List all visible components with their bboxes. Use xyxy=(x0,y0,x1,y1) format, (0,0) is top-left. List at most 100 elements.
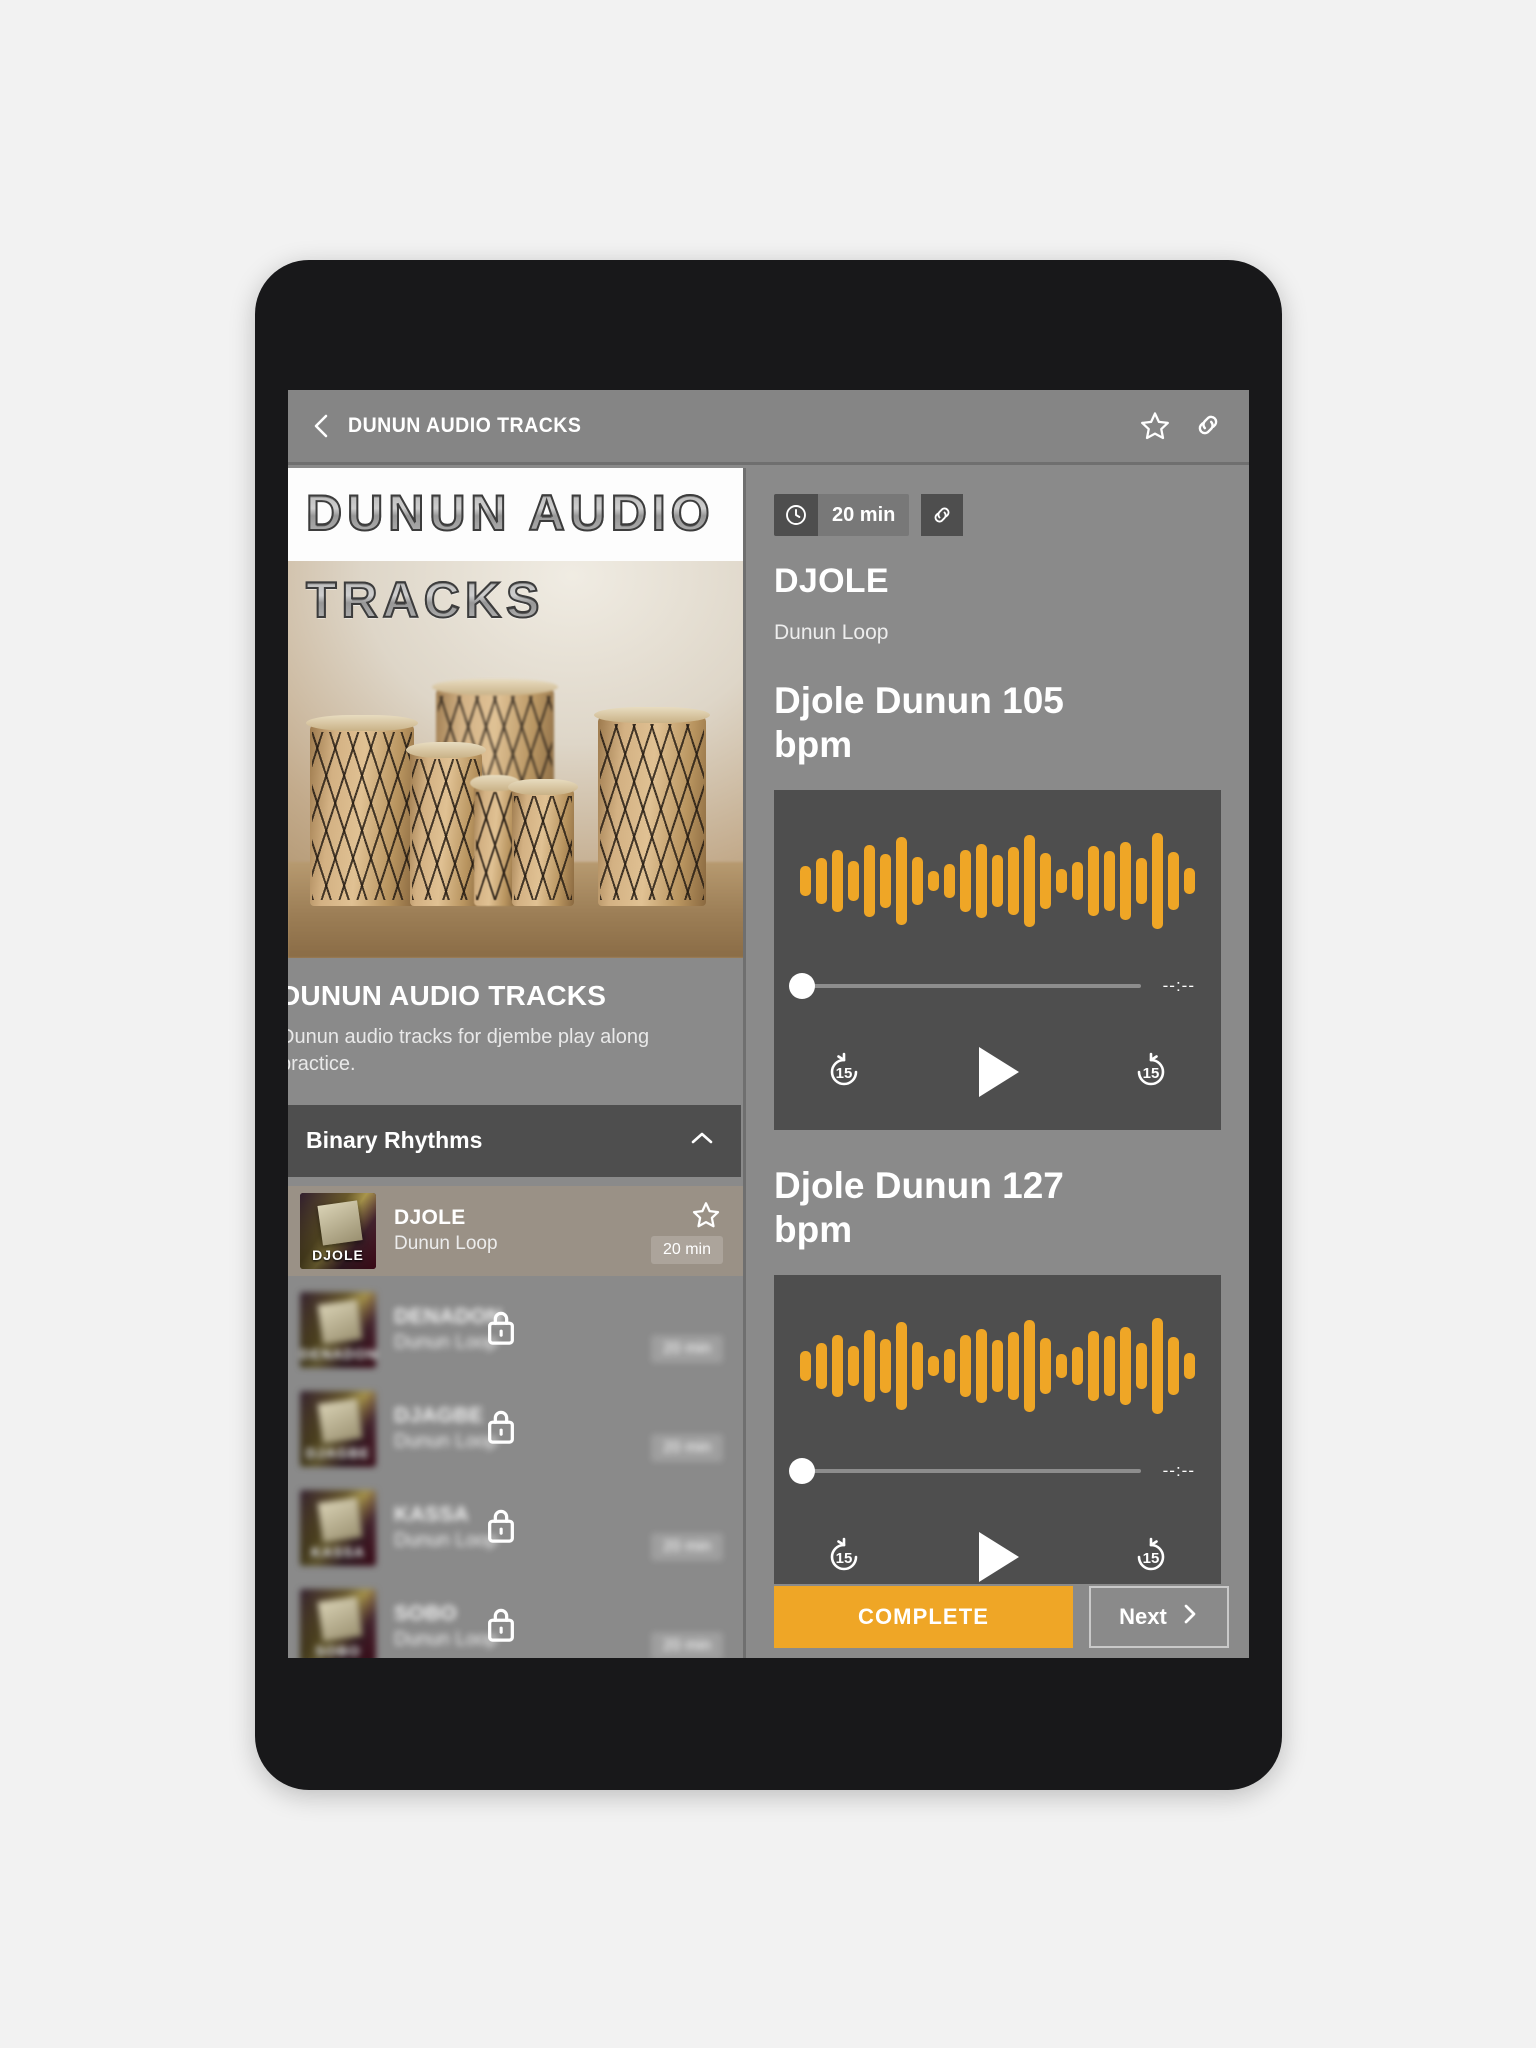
seek-bar[interactable]: --:-- xyxy=(789,1457,1195,1484)
waveform-bar xyxy=(1168,1336,1179,1395)
track-info: KASSA Dunun Loop xyxy=(394,1503,498,1552)
player-controls: 15 15 xyxy=(800,1042,1195,1107)
course-sidebar-scroll[interactable]: DUNUN AUDIO TRACKS DUNUN AUDIO TRACKS Du… xyxy=(288,468,743,1658)
waveform-bar xyxy=(944,1348,955,1383)
waveform-bar xyxy=(1008,1331,1019,1400)
waveform-bar xyxy=(848,1345,859,1386)
track-name: SOBO xyxy=(394,1602,458,1626)
waveform-bar xyxy=(1184,867,1195,894)
lesson-detail-panel: 20 min DJOLE Dunun Loop Djole Dunun 105 … xyxy=(746,468,1249,1658)
seek-handle[interactable] xyxy=(789,1457,815,1484)
chevron-left-icon[interactable] xyxy=(308,413,334,439)
waveform xyxy=(774,1317,1221,1414)
page-title: DUNUN AUDIO TRACKS xyxy=(348,414,582,437)
seek-bar[interactable]: --:-- xyxy=(789,972,1195,999)
link-icon[interactable] xyxy=(1193,410,1225,442)
play-icon[interactable] xyxy=(971,1042,1025,1107)
waveform-bar xyxy=(896,836,907,925)
list-item[interactable]: SOBO SOBO Dunun Loop 20 min xyxy=(288,1582,743,1658)
time-display: --:-- xyxy=(1162,1460,1195,1480)
drum-4 xyxy=(508,779,578,906)
waveform-bar xyxy=(944,863,955,898)
course-sidebar[interactable]: DUNUN AUDIO TRACKS DUNUN AUDIO TRACKS Du… xyxy=(288,468,746,1658)
audio-player[interactable]: --:-- 15 15 xyxy=(774,789,1221,1130)
duration-badge: 20 min xyxy=(774,494,910,536)
forward-15-icon[interactable]: 15 xyxy=(1125,1531,1177,1584)
audio-player[interactable]: --:-- 15 15 xyxy=(774,1274,1221,1584)
waveform-bar xyxy=(816,857,827,904)
section-title: Binary Rhythms xyxy=(306,1127,483,1154)
seek-track[interactable] xyxy=(789,972,1141,999)
time-display: --:-- xyxy=(1162,975,1195,995)
waveform-bar xyxy=(1056,1353,1067,1378)
lock-icon xyxy=(484,1406,518,1451)
svg-text:15: 15 xyxy=(1143,1065,1160,1082)
svg-text:15: 15 xyxy=(836,1065,853,1082)
chevron-up-icon[interactable] xyxy=(687,1127,717,1154)
track-subtitle: Dunun Loop xyxy=(394,1233,498,1255)
star-outline-icon[interactable] xyxy=(691,1200,721,1235)
course-title: DUNUN AUDIO TRACKS xyxy=(288,980,607,1011)
lesson-meta-row: 20 min xyxy=(774,468,1221,536)
content-area: DUNUN AUDIO TRACKS DUNUN AUDIO TRACKS Du… xyxy=(288,468,1249,1658)
waveform-bar xyxy=(992,854,1003,907)
lesson-detail-scroll[interactable]: 20 min DJOLE Dunun Loop Djole Dunun 105 … xyxy=(746,468,1249,1584)
lock-icon xyxy=(484,1307,518,1352)
thumbnail-label: KASSA xyxy=(310,1543,365,1560)
next-button-label: Next xyxy=(1119,1604,1167,1629)
cover-title-line-2: TRACKS xyxy=(305,571,545,629)
list-item[interactable]: DENADON DENADON Dunun Loop 20 min xyxy=(288,1285,743,1375)
track-thumbnail: SOBO xyxy=(300,1588,376,1658)
link-icon[interactable] xyxy=(921,494,964,536)
lock-icon xyxy=(484,1604,518,1649)
svg-text:15: 15 xyxy=(1143,1550,1160,1567)
track-duration: 20 min xyxy=(650,1235,723,1264)
track-list[interactable]: DJOLE DJOLE Dunun Loop 20 min DENADON DE… xyxy=(288,1185,743,1658)
waveform-bar xyxy=(1136,1342,1147,1389)
forward-15-icon[interactable]: 15 xyxy=(1125,1046,1177,1103)
seek-track[interactable] xyxy=(789,1457,1141,1484)
waveform-bar xyxy=(1104,850,1115,911)
seek-handle[interactable] xyxy=(789,972,815,999)
lesson-subtitle: Dunun Loop xyxy=(774,621,889,644)
track-duration: 20 min xyxy=(650,1631,723,1658)
track-info: DJAGBE Dunun Loop xyxy=(394,1404,498,1453)
player-controls: 15 15 xyxy=(800,1527,1195,1584)
waveform-bar xyxy=(1104,1335,1115,1396)
star-outline-icon[interactable] xyxy=(1139,410,1171,442)
waveform-bar xyxy=(1040,1337,1051,1394)
replay-15-icon[interactable]: 15 xyxy=(818,1531,870,1584)
waveform-bar xyxy=(1168,851,1179,910)
track-subtitle: Dunun Loop xyxy=(394,1431,498,1453)
track-subtitle: Dunun Loop xyxy=(394,1530,498,1552)
waveform-bar xyxy=(864,1329,875,1402)
waveform-bar xyxy=(800,1350,811,1381)
waveform-bar xyxy=(864,844,875,917)
track-duration: 20 min xyxy=(650,1532,723,1561)
waveform-bar xyxy=(848,860,859,901)
list-item[interactable]: DJAGBE DJAGBE Dunun Loop 20 min xyxy=(288,1384,743,1474)
track-info: DJOLE Dunun Loop xyxy=(394,1206,498,1255)
waveform-bar xyxy=(1120,1326,1131,1405)
waveform-bar xyxy=(912,1341,923,1390)
waveform-bar xyxy=(1072,861,1083,900)
list-item[interactable]: DJOLE DJOLE Dunun Loop 20 min xyxy=(288,1185,743,1276)
duration-label: 20 min xyxy=(832,503,896,526)
thumbnail-label: DENADON xyxy=(300,1345,376,1362)
waveform-bar xyxy=(1088,845,1099,916)
replay-15-icon[interactable]: 15 xyxy=(818,1046,870,1103)
complete-button[interactable]: COMPLETE xyxy=(774,1586,1073,1648)
track-subtitle: Dunun Loop xyxy=(394,1629,498,1651)
waveform-bar xyxy=(1056,868,1067,893)
audio-segment-title: Djole Dunun 127 bpm xyxy=(774,1164,1064,1251)
waveform-bar xyxy=(1184,1352,1195,1379)
section-header-binary-rhythms[interactable]: Binary Rhythms xyxy=(288,1104,741,1177)
waveform-bar xyxy=(880,1338,891,1393)
next-button[interactable]: Next xyxy=(1089,1586,1229,1648)
track-duration: 20 min xyxy=(650,1433,723,1462)
track-duration: 20 min xyxy=(650,1334,723,1363)
list-item[interactable]: KASSA KASSA Dunun Loop 20 min xyxy=(288,1483,743,1573)
waveform-bar xyxy=(928,870,939,891)
thumbnail-label: DJAGBE xyxy=(305,1444,371,1461)
play-icon[interactable] xyxy=(971,1527,1025,1584)
